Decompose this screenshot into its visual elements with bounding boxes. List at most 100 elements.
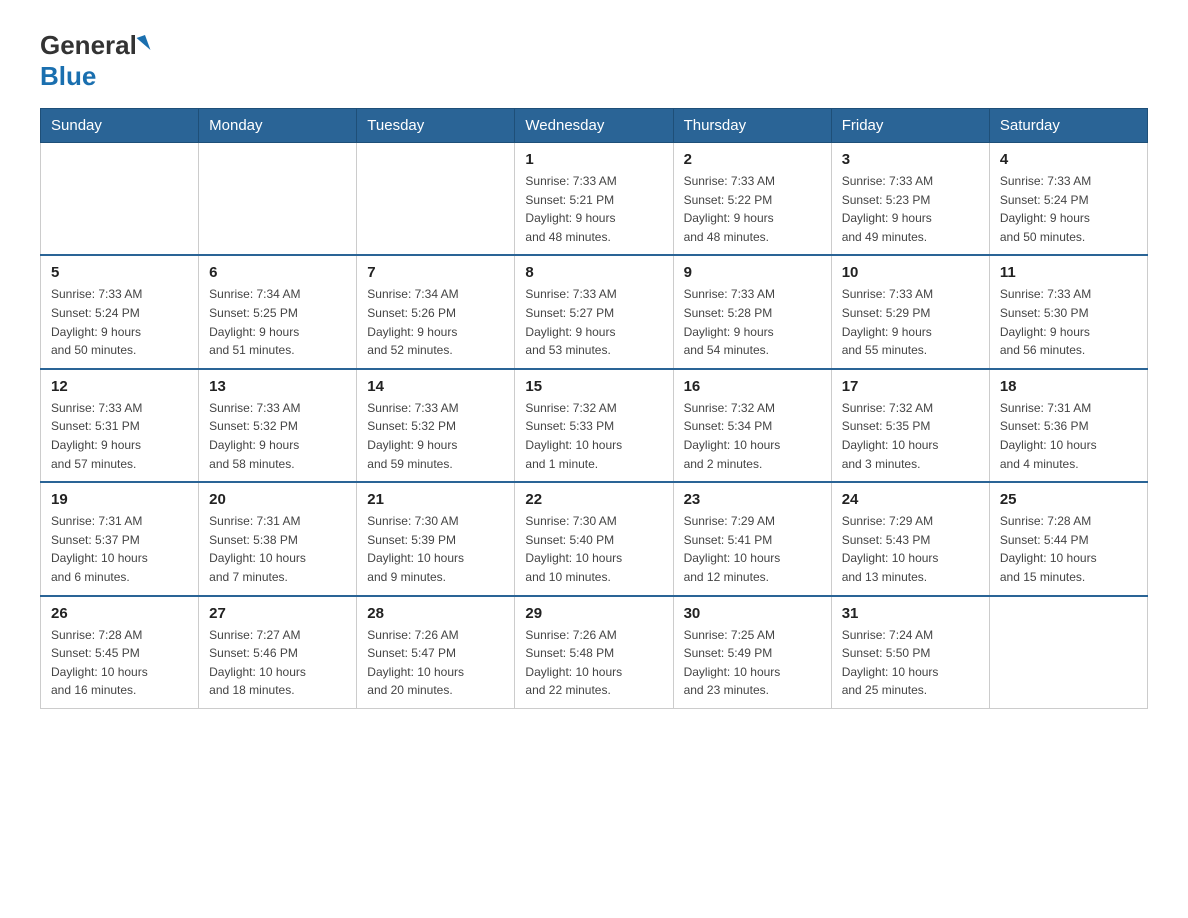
calendar-cell: 7Sunrise: 7:34 AMSunset: 5:26 PMDaylight… [357,255,515,368]
day-info: Sunrise: 7:26 AMSunset: 5:48 PMDaylight:… [525,626,662,700]
calendar-cell: 25 Sunrise: 7:28 AMSunset: 5:44 PMDayligh… [989,482,1147,595]
day-number: 27 [209,605,346,622]
day-info: Sunrise: 7:33 AMSunset: 5:28 PMDaylight:… [684,285,821,359]
calendar-cell: 17Sunrise: 7:32 AMSunset: 5:35 PMDayligh… [831,369,989,482]
weekday-header-thursday: Thursday [673,109,831,143]
day-info: Sunrise: 7:30 AMSunset: 5:39 PMDaylight:… [367,512,504,586]
calendar-cell: 30 Sunrise: 7:25 AMSunset: 5:49 PMDayligh… [673,596,831,709]
calendar-cell: 20 Sunrise: 7:31 AMSunset: 5:38 PMDayligh… [199,482,357,595]
weekday-header-sunday: Sunday [41,109,199,143]
day-info: Sunrise: 7:31 AMSunset: 5:36 PMDaylight:… [1000,399,1137,473]
day-info: Sunrise: 7:34 AMSunset: 5:25 PMDaylight:… [209,285,346,359]
weekday-header-tuesday: Tuesday [357,109,515,143]
day-number: 9 [684,264,821,281]
weekday-header-row: SundayMondayTuesdayWednesdayThursdayFrid… [41,109,1148,143]
day-number: 10 [842,264,979,281]
calendar-cell: 21Sunrise: 7:30 AMSunset: 5:39 PMDayligh… [357,482,515,595]
day-info: Sunrise: 7:26 AMSunset: 5:47 PMDaylight:… [367,626,504,700]
calendar-cell: 8 Sunrise: 7:33 AMSunset: 5:27 PMDaylight… [515,255,673,368]
day-info: Sunrise: 7:33 AMSunset: 5:21 PMDaylight:… [525,172,662,246]
calendar-cell [989,596,1147,709]
day-info: Sunrise: 7:33 AMSunset: 5:22 PMDaylight:… [684,172,821,246]
day-info: Sunrise: 7:32 AMSunset: 5:33 PMDaylight:… [525,399,662,473]
day-info: Sunrise: 7:30 AMSunset: 5:40 PMDaylight:… [525,512,662,586]
day-number: 29 [525,605,662,622]
day-number: 6 [209,264,346,281]
logo-blue-text: Blue [40,61,96,91]
calendar-cell: 23 Sunrise: 7:29 AMSunset: 5:41 PMDayligh… [673,482,831,595]
day-info: Sunrise: 7:33 AMSunset: 5:31 PMDaylight:… [51,399,188,473]
logo-general-text: General [40,30,137,61]
week-row-5: 26 Sunrise: 7:28 AMSunset: 5:45 PMDayligh… [41,596,1148,709]
day-info: Sunrise: 7:33 AMSunset: 5:27 PMDaylight:… [525,285,662,359]
day-info: Sunrise: 7:24 AMSunset: 5:50 PMDaylight:… [842,626,979,700]
day-number: 2 [684,151,821,168]
day-number: 20 [209,491,346,508]
calendar-cell: 27Sunrise: 7:27 AMSunset: 5:46 PMDayligh… [199,596,357,709]
calendar-cell: 11 Sunrise: 7:33 AMSunset: 5:30 PMDayligh… [989,255,1147,368]
day-info: Sunrise: 7:33 AMSunset: 5:30 PMDaylight:… [1000,285,1137,359]
day-info: Sunrise: 7:33 AMSunset: 5:32 PMDaylight:… [209,399,346,473]
calendar-cell: 18 Sunrise: 7:31 AMSunset: 5:36 PMDayligh… [989,369,1147,482]
day-number: 18 [1000,378,1137,395]
calendar-cell: 12 Sunrise: 7:33 AMSunset: 5:31 PMDayligh… [41,369,199,482]
calendar-cell: 31 Sunrise: 7:24 AMSunset: 5:50 PMDayligh… [831,596,989,709]
calendar-cell: 13 Sunrise: 7:33 AMSunset: 5:32 PMDayligh… [199,369,357,482]
day-info: Sunrise: 7:32 AMSunset: 5:34 PMDaylight:… [684,399,821,473]
day-info: Sunrise: 7:33 AMSunset: 5:29 PMDaylight:… [842,285,979,359]
day-info: Sunrise: 7:29 AMSunset: 5:41 PMDaylight:… [684,512,821,586]
calendar-table: SundayMondayTuesdayWednesdayThursdayFrid… [40,108,1148,709]
calendar-cell: 29 Sunrise: 7:26 AMSunset: 5:48 PMDayligh… [515,596,673,709]
calendar-cell: 16 Sunrise: 7:32 AMSunset: 5:34 PMDayligh… [673,369,831,482]
day-number: 22 [525,491,662,508]
day-number: 31 [842,605,979,622]
week-row-3: 12 Sunrise: 7:33 AMSunset: 5:31 PMDayligh… [41,369,1148,482]
week-row-2: 5 Sunrise: 7:33 AMSunset: 5:24 PMDaylight… [41,255,1148,368]
day-info: Sunrise: 7:31 AMSunset: 5:37 PMDaylight:… [51,512,188,586]
day-info: Sunrise: 7:28 AMSunset: 5:45 PMDaylight:… [51,626,188,700]
calendar-cell: 26 Sunrise: 7:28 AMSunset: 5:45 PMDayligh… [41,596,199,709]
calendar-cell: 2 Sunrise: 7:33 AMSunset: 5:22 PMDaylight… [673,143,831,256]
day-number: 25 [1000,491,1137,508]
calendar-cell: 4 Sunrise: 7:33 AMSunset: 5:24 PMDaylight… [989,143,1147,256]
calendar-cell: 1 Sunrise: 7:33 AMSunset: 5:21 PMDaylight… [515,143,673,256]
calendar-cell: 5 Sunrise: 7:33 AMSunset: 5:24 PMDaylight… [41,255,199,368]
day-number: 24 [842,491,979,508]
calendar-cell: 22 Sunrise: 7:30 AMSunset: 5:40 PMDayligh… [515,482,673,595]
calendar-cell [41,143,199,256]
day-info: Sunrise: 7:29 AMSunset: 5:43 PMDaylight:… [842,512,979,586]
calendar-cell: 24 Sunrise: 7:29 AMSunset: 5:43 PMDayligh… [831,482,989,595]
calendar-cell: 28Sunrise: 7:26 AMSunset: 5:47 PMDayligh… [357,596,515,709]
day-number: 30 [684,605,821,622]
day-number: 4 [1000,151,1137,168]
calendar-cell: 14Sunrise: 7:33 AMSunset: 5:32 PMDayligh… [357,369,515,482]
week-row-4: 19Sunrise: 7:31 AMSunset: 5:37 PMDayligh… [41,482,1148,595]
day-info: Sunrise: 7:33 AMSunset: 5:24 PMDaylight:… [1000,172,1137,246]
day-number: 13 [209,378,346,395]
day-info: Sunrise: 7:31 AMSunset: 5:38 PMDaylight:… [209,512,346,586]
day-info: Sunrise: 7:28 AMSunset: 5:44 PMDaylight:… [1000,512,1137,586]
day-info: Sunrise: 7:33 AMSunset: 5:24 PMDaylight:… [51,285,188,359]
day-number: 5 [51,264,188,281]
logo: General Blue [40,30,148,92]
calendar-cell: 9 Sunrise: 7:33 AMSunset: 5:28 PMDaylight… [673,255,831,368]
day-number: 26 [51,605,188,622]
day-number: 11 [1000,264,1137,281]
calendar-cell: 6 Sunrise: 7:34 AMSunset: 5:25 PMDaylight… [199,255,357,368]
day-number: 1 [525,151,662,168]
day-info: Sunrise: 7:25 AMSunset: 5:49 PMDaylight:… [684,626,821,700]
day-number: 23 [684,491,821,508]
day-info: Sunrise: 7:33 AMSunset: 5:23 PMDaylight:… [842,172,979,246]
day-number: 3 [842,151,979,168]
day-info: Sunrise: 7:32 AMSunset: 5:35 PMDaylight:… [842,399,979,473]
calendar-cell [199,143,357,256]
calendar-cell [357,143,515,256]
day-number: 12 [51,378,188,395]
day-number: 16 [684,378,821,395]
logo-triangle-icon [136,34,150,52]
weekday-header-monday: Monday [199,109,357,143]
header: General Blue [40,30,1148,92]
calendar-cell: 3 Sunrise: 7:33 AMSunset: 5:23 PMDaylight… [831,143,989,256]
day-number: 8 [525,264,662,281]
weekday-header-friday: Friday [831,109,989,143]
